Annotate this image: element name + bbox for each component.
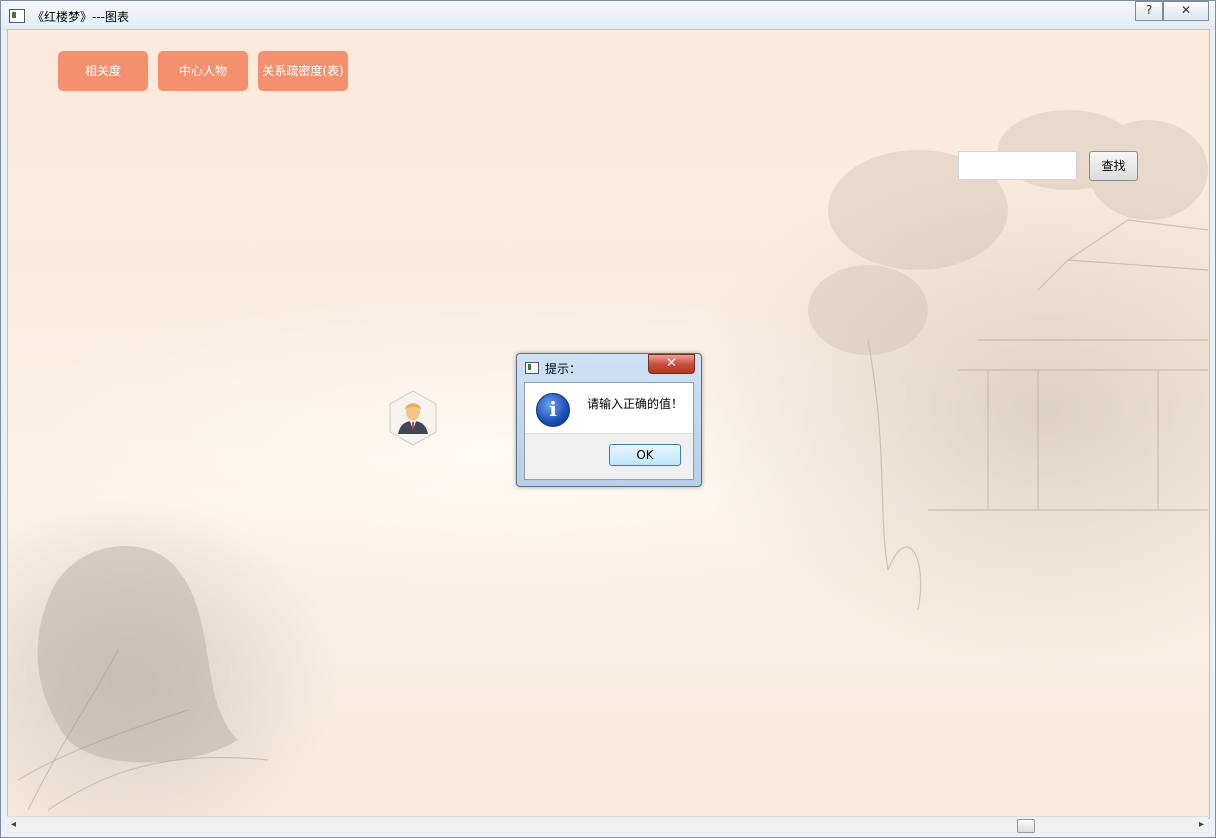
scrollbar-thumb[interactable]	[1017, 819, 1035, 833]
window-title: 《红楼梦》---图表	[32, 10, 129, 24]
relationship-density-button[interactable]: 关系疏密度(表)	[258, 51, 348, 91]
title-bar[interactable]: 《红楼梦》---图表 ? ✕	[1, 1, 1215, 30]
horizontal-scrollbar[interactable]: ◂ ▸	[7, 816, 1208, 833]
correlation-button[interactable]: 相关度	[58, 51, 148, 91]
search-input[interactable]	[958, 151, 1077, 180]
message-dialog: 提示： ✕ i 请输入正确的值！ OK	[516, 353, 702, 487]
dialog-message: 请输入正确的值！	[587, 397, 684, 411]
scroll-right-icon[interactable]: ▸	[1199, 819, 1204, 830]
dialog-body: i 请输入正确的值！ OK	[524, 382, 694, 480]
app-icon	[9, 9, 25, 23]
dialog-close-button[interactable]: ✕	[648, 354, 695, 374]
dialog-footer: OK	[525, 433, 693, 479]
search-button[interactable]: 查找	[1089, 151, 1138, 181]
person-avatar-icon[interactable]	[388, 390, 438, 446]
background-rock-illustration	[17, 546, 269, 811]
central-characters-button[interactable]: 中心人物	[158, 51, 248, 91]
scroll-left-icon[interactable]: ◂	[11, 819, 16, 830]
dialog-title: 提示：	[545, 362, 582, 376]
info-icon: i	[536, 393, 570, 427]
help-button[interactable]: ?	[1135, 1, 1163, 21]
ok-button[interactable]: OK	[609, 444, 681, 466]
dialog-app-icon	[525, 362, 539, 374]
window-close-button[interactable]: ✕	[1163, 1, 1209, 21]
